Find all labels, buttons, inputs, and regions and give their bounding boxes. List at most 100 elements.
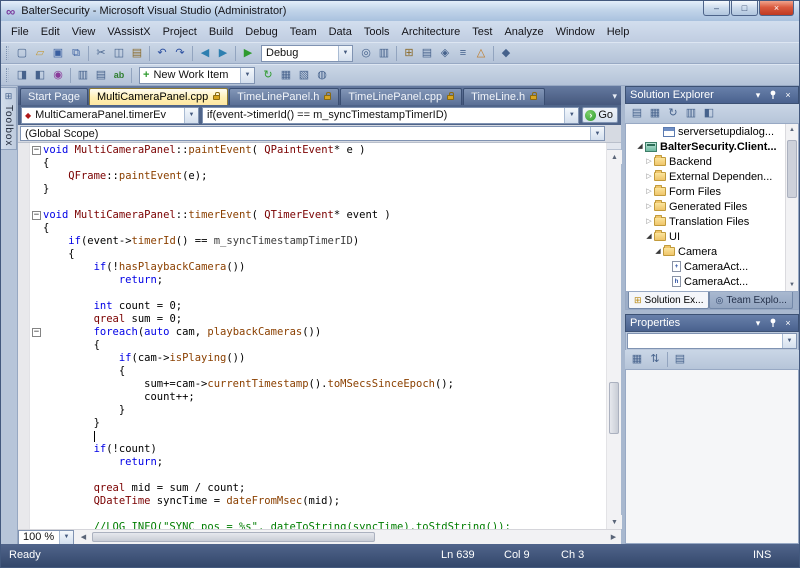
tree-expander-collapsed-icon[interactable]: ▷ bbox=[644, 188, 654, 195]
tree-item-cameraact[interactable]: CameraAct... bbox=[626, 259, 785, 274]
reports-icon[interactable]: ▧ bbox=[295, 66, 313, 84]
properties-window-icon[interactable]: ▤ bbox=[418, 44, 436, 62]
va-find-references-icon[interactable]: ◉ bbox=[49, 66, 67, 84]
fold-toggle-icon[interactable]: − bbox=[32, 146, 41, 155]
scrollbar-thumb[interactable] bbox=[609, 382, 619, 434]
menu-window[interactable]: Window bbox=[550, 23, 601, 41]
tree-item-form-files[interactable]: ▷Form Files bbox=[626, 184, 785, 199]
code-line[interactable]: count++; bbox=[43, 391, 606, 404]
save-all-icon[interactable]: ⧉ bbox=[67, 44, 85, 62]
goto-button[interactable]: › Go bbox=[582, 107, 618, 123]
menu-vassistx[interactable]: VAssistX bbox=[101, 23, 156, 41]
code-line[interactable]: } bbox=[43, 417, 606, 430]
code-line[interactable] bbox=[43, 430, 606, 443]
code-line[interactable]: qreal sum = 0; bbox=[43, 313, 606, 326]
toolbox-icon[interactable]: ≡ bbox=[454, 44, 472, 62]
pin-icon[interactable] bbox=[767, 89, 779, 101]
tree-expander-collapsed-icon[interactable]: ▷ bbox=[644, 173, 654, 180]
solution-configuration-combo[interactable]: Debug ▼ bbox=[261, 45, 353, 62]
scrollbar-track[interactable] bbox=[607, 164, 621, 515]
tree-item-translation-files[interactable]: ▷Translation Files bbox=[626, 214, 785, 229]
tree-item-cameraact[interactable]: CameraAct... bbox=[626, 274, 785, 289]
undo-icon[interactable]: ↶ bbox=[153, 44, 171, 62]
va-open-corresponding-icon[interactable]: ◧ bbox=[31, 66, 49, 84]
scope-combo[interactable]: (Global Scope) ▼ bbox=[20, 126, 605, 141]
code-line[interactable]: if(cam->isPlaying()) bbox=[43, 352, 606, 365]
scrollbar-thumb[interactable] bbox=[92, 532, 375, 542]
save-icon[interactable]: ▣ bbox=[49, 44, 67, 62]
code-area[interactable]: void MultiCameraPanel::paintEvent( QPain… bbox=[43, 143, 606, 529]
editor-vertical-scrollbar[interactable]: ▲ ▼ bbox=[606, 143, 621, 529]
se-properties-icon[interactable]: ▤ bbox=[628, 105, 646, 123]
view-designer-icon[interactable]: ◧ bbox=[700, 105, 718, 123]
code-line[interactable]: { bbox=[43, 157, 606, 170]
find-icon[interactable]: ◎ bbox=[357, 44, 375, 62]
tab-start-page[interactable]: Start Page bbox=[20, 88, 88, 105]
panel-tab-solution-ex[interactable]: ⊞Solution Ex... bbox=[628, 292, 709, 309]
code-line[interactable]: sum+=cam->currentTimestamp().toMSecsSinc… bbox=[43, 378, 606, 391]
navigate-forward-icon[interactable]: ▶ bbox=[214, 44, 232, 62]
new-file-icon[interactable]: ▢ bbox=[13, 44, 31, 62]
definition-combo[interactable]: if(event->timerId() == m_syncTimestampTi… bbox=[202, 107, 579, 124]
menu-test[interactable]: Test bbox=[466, 23, 498, 41]
va-open-file-icon[interactable]: ◨ bbox=[13, 66, 31, 84]
menu-tools[interactable]: Tools bbox=[358, 23, 396, 41]
tab-timelinepanel-cpp[interactable]: TimeLinePanel.cpp bbox=[340, 88, 462, 105]
code-line[interactable]: if(!hasPlaybackCamera()) bbox=[43, 261, 606, 274]
menu-build[interactable]: Build bbox=[203, 23, 239, 41]
tree-item-camera[interactable]: ◢Camera bbox=[626, 244, 785, 259]
toolbar-grip[interactable] bbox=[6, 68, 9, 82]
code-line[interactable] bbox=[43, 469, 606, 482]
titlebar[interactable]: ∞ BalterSecurity - Microsoft Visual Stud… bbox=[1, 1, 799, 21]
paste-icon[interactable]: ▤ bbox=[128, 44, 146, 62]
code-line[interactable]: int count = 0; bbox=[43, 300, 606, 313]
menu-edit[interactable]: Edit bbox=[35, 23, 66, 41]
scroll-up-icon[interactable]: ▲ bbox=[607, 150, 622, 164]
show-all-files-icon[interactable]: ▦ bbox=[646, 105, 664, 123]
code-line[interactable]: { bbox=[43, 248, 606, 261]
tree-item-generated-files[interactable]: ▷Generated Files bbox=[626, 199, 785, 214]
solution-explorer-header[interactable]: Solution Explorer ▾ × bbox=[625, 86, 799, 104]
code-line[interactable]: foreach(auto cam, playbackCameras()) bbox=[43, 326, 606, 339]
minimize-button[interactable]: – bbox=[703, 1, 730, 16]
alphabetical-icon[interactable]: ⇅ bbox=[646, 351, 664, 369]
scroll-right-icon[interactable]: ▶ bbox=[606, 530, 621, 544]
maximize-button[interactable]: □ bbox=[731, 1, 758, 16]
work-items-icon[interactable]: ▦ bbox=[277, 66, 295, 84]
editor-splitter-handle[interactable] bbox=[607, 143, 621, 150]
menu-data[interactable]: Data bbox=[323, 23, 358, 41]
code-line[interactable]: if(event->timerId() == m_syncTimestampTi… bbox=[43, 235, 606, 248]
toolbox-tab[interactable]: ⊞ Toolbox bbox=[1, 87, 17, 150]
menu-debug[interactable]: Debug bbox=[239, 23, 283, 41]
code-line[interactable]: QFrame::paintEvent(e); bbox=[43, 170, 606, 183]
close-icon[interactable]: × bbox=[782, 317, 794, 329]
code-line[interactable]: void MultiCameraPanel::paintEvent( QPain… bbox=[43, 144, 606, 157]
scrollbar-track[interactable] bbox=[91, 530, 606, 544]
error-list-icon[interactable]: △ bbox=[472, 44, 490, 62]
window-position-chevron-icon[interactable]: ▾ bbox=[752, 317, 764, 329]
close-icon[interactable]: × bbox=[782, 89, 794, 101]
property-pages-icon[interactable]: ▤ bbox=[671, 351, 689, 369]
spell-check-icon[interactable]: ab bbox=[110, 66, 128, 84]
window-position-chevron-icon[interactable]: ▾ bbox=[752, 89, 764, 101]
copy-icon[interactable]: ◫ bbox=[110, 44, 128, 62]
refresh-icon[interactable]: ↻ bbox=[664, 105, 682, 123]
close-button[interactable]: × bbox=[759, 1, 794, 16]
redo-icon[interactable]: ↷ bbox=[171, 44, 189, 62]
code-line[interactable]: { bbox=[43, 365, 606, 378]
tree-expander-expanded-icon[interactable]: ◢ bbox=[653, 248, 663, 255]
solution-explorer-icon[interactable]: ⊞ bbox=[400, 44, 418, 62]
code-line[interactable]: { bbox=[43, 339, 606, 352]
code-line[interactable] bbox=[43, 508, 606, 521]
context-combo[interactable]: ◆ MultiCameraPanel.timerEv ▼ bbox=[21, 107, 199, 124]
code-line[interactable]: { bbox=[43, 222, 606, 235]
categorized-icon[interactable]: ▦ bbox=[628, 351, 646, 369]
team-web-access-icon[interactable]: ◍ bbox=[313, 66, 331, 84]
extension-manager-icon[interactable]: ◆ bbox=[497, 44, 515, 62]
zoom-combo[interactable]: 100 % ▼ bbox=[18, 530, 74, 545]
menu-help[interactable]: Help bbox=[601, 23, 636, 41]
menu-team[interactable]: Team bbox=[284, 23, 323, 41]
code-line[interactable]: } bbox=[43, 183, 606, 196]
scrollbar-track[interactable] bbox=[786, 136, 798, 279]
code-line[interactable]: qreal mid = sum / count; bbox=[43, 482, 606, 495]
